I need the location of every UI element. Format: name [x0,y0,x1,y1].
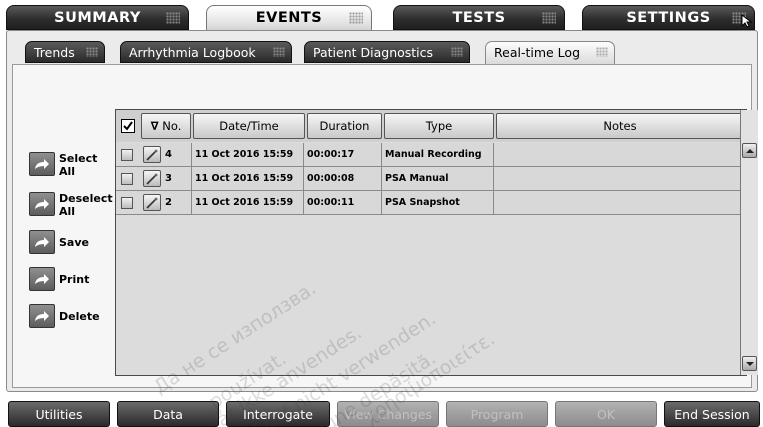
end-session-button[interactable]: End Session [664,401,760,427]
column-header-no-label: No. [162,119,182,133]
bottom-command-bar: Utilities Data Interrogate View Changes … [0,399,763,427]
table-header: ∇ No. Date/Time Duration Type Notes [116,110,746,142]
delete-button[interactable]: Delete [29,304,119,334]
deselect-all-button[interactable]: Deselect All [29,192,119,222]
save-label: Save [59,236,89,249]
arrow-down-icon [746,362,754,366]
wand-icon [146,173,159,185]
realtime-log-content: Select All Deselect All Save Print Delet… [12,64,758,388]
event-number: 3 [165,173,172,184]
tab-settings[interactable]: SETTINGS [582,5,755,30]
event-type: PSA Manual [381,167,493,191]
table-row[interactable]: 3 11 Oct 2016 15:59 00:00:08 PSA Manual [116,167,740,191]
event-notes[interactable] [493,143,740,167]
tab-summary-label: SUMMARY [54,10,141,26]
subtab-arrhythmia-logbook-label: Arrhythmia Logbook [129,45,256,60]
sub-tab-bar: Trends Arrhythmia Logbook Patient Diagno… [7,41,757,65]
ok-button[interactable]: OK [555,401,657,427]
select-all-label: Select All [59,152,98,178]
event-datetime: 11 Oct 2016 15:59 [191,167,303,191]
event-type: Manual Recording [381,143,493,167]
column-header-notes-label: Notes [603,119,637,133]
tab-settings-label: SETTINGS [626,10,711,26]
grip-icon [596,47,608,57]
column-header-duration[interactable]: Duration [307,113,382,139]
print-label: Print [59,273,90,286]
column-header-type-label: Type [425,119,453,133]
select-all-checkbox[interactable] [121,119,135,133]
grip-icon [451,47,463,57]
arrow-up-icon [746,149,754,153]
subtab-arrhythmia-logbook[interactable]: Arrhythmia Logbook [120,41,292,63]
top-tab-bar: SUMMARY EVENTS TESTS SETTINGS [0,0,763,32]
subtab-patient-diagnostics-label: Patient Diagnostics [313,45,434,60]
grip-icon [273,47,285,57]
grip-icon [542,12,556,24]
event-log-table: ∇ No. Date/Time Duration Type Notes 4 11… [115,109,758,376]
vertical-scrollbar[interactable] [740,110,758,375]
data-button[interactable]: Data [117,401,219,427]
arrow-icon [29,230,55,254]
view-event-button[interactable] [143,146,161,163]
arrow-icon [29,267,55,291]
tab-tests[interactable]: TESTS [393,5,565,30]
wand-icon [146,197,159,209]
select-all-button[interactable]: Select All [29,152,119,182]
arrow-icon [29,192,55,216]
view-changes-button[interactable]: View Changes [337,401,439,427]
column-header-datetime[interactable]: Date/Time [193,113,305,139]
event-duration: 00:00:11 [303,191,381,215]
column-header-duration-label: Duration [319,119,370,133]
table-row[interactable]: 2 11 Oct 2016 15:59 00:00:11 PSA Snapsho… [116,191,740,215]
row-checkbox[interactable] [121,149,133,161]
tab-tests-label: TESTS [452,10,506,26]
event-datetime: 11 Oct 2016 15:59 [191,191,303,215]
scroll-up-button[interactable] [742,143,757,158]
utilities-button[interactable]: Utilities [8,401,110,427]
row-checkbox[interactable] [121,197,133,209]
tab-events-label: EVENTS [255,10,323,26]
subtab-patient-diagnostics[interactable]: Patient Diagnostics [304,41,470,63]
deselect-all-label: Deselect All [59,192,113,218]
row-checkbox[interactable] [121,173,133,185]
grip-icon [349,12,363,24]
save-button[interactable]: Save [29,230,119,260]
grip-icon [166,12,180,24]
grip-icon [86,47,98,57]
table-row[interactable]: 4 11 Oct 2016 15:59 00:00:17 Manual Reco… [116,143,740,167]
tab-summary[interactable]: SUMMARY [6,5,189,30]
checkmark-icon [123,121,133,131]
print-button[interactable]: Print [29,267,119,297]
subtab-realtime-log-label: Real-time Log [494,45,580,60]
column-header-datetime-label: Date/Time [219,119,279,133]
events-panel: Trends Arrhythmia Logbook Patient Diagno… [6,30,758,392]
subtab-trends-label: Trends [34,45,75,60]
program-button[interactable]: Program [446,401,548,427]
scroll-down-button[interactable] [742,356,757,371]
arrow-icon [29,152,55,176]
event-number: 4 [165,149,172,160]
tab-events[interactable]: EVENTS [206,5,372,32]
column-header-type[interactable]: Type [384,113,494,139]
view-event-button[interactable] [143,170,161,187]
event-notes[interactable] [493,191,740,215]
event-type: PSA Snapshot [381,191,493,215]
column-header-notes[interactable]: Notes [496,113,744,139]
delete-label: Delete [59,310,100,323]
interrogate-button[interactable]: Interrogate [226,401,330,427]
event-duration: 00:00:08 [303,167,381,191]
arrow-icon [29,304,55,328]
subtab-realtime-log[interactable]: Real-time Log [485,41,615,65]
mouse-cursor-icon [741,14,753,28]
event-datetime: 11 Oct 2016 15:59 [191,143,303,167]
subtab-trends[interactable]: Trends [25,41,105,63]
column-header-no[interactable]: ∇ No. [141,113,191,139]
sort-indicator-icon: ∇ [150,119,159,133]
event-notes[interactable] [493,167,740,191]
view-event-button[interactable] [143,194,161,211]
wand-icon [146,149,159,161]
event-number: 2 [165,197,172,208]
event-duration: 00:00:17 [303,143,381,167]
